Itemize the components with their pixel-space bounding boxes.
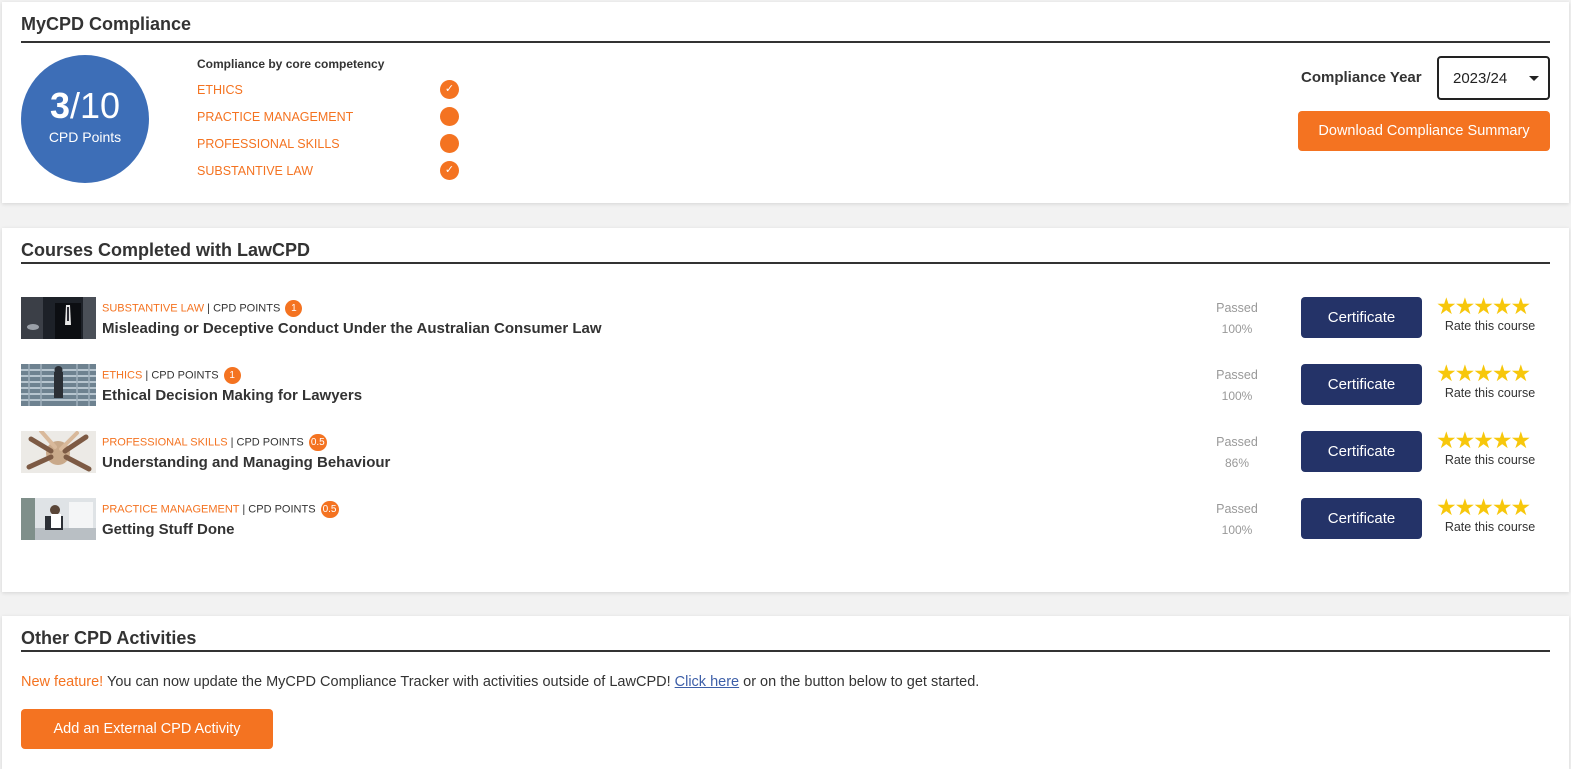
other-activities-card: Other CPD Activities New feature! You ca… [2,616,1569,769]
points-total: /10 [69,85,121,126]
competency-label: ETHICS [197,83,243,97]
points-earned: 3 [49,85,70,126]
cpd-points-badge: 1 [223,367,241,384]
competency-label: PROFESSIONAL SKILLS [197,137,340,151]
download-compliance-summary-button[interactable]: Download Compliance Summary [1298,111,1550,151]
new-feature-message: New feature! You can now update the MyCP… [21,674,979,690]
maze-thumbnail[interactable] [21,364,96,406]
course-score: 86% [1224,456,1250,470]
compliance-card: MyCPD Compliance 3/10 CPD Points Complia… [2,2,1569,203]
course-row: ETHICS | CPD POINTS 1 Ethical Decision M… [21,360,1546,414]
competency-label: SUBSTANTIVE LAW [197,164,313,178]
title-divider [21,650,1550,652]
points-unit: CPD Points [48,129,122,145]
course-title[interactable]: Ethical Decision Making for Lawyers [102,387,362,404]
course-category: SUBSTANTIVE LAW [102,302,205,315]
star-rating[interactable]: ★★★★★ [1436,494,1544,521]
rate-course-label: Rate this course [1444,520,1536,534]
title-divider [21,262,1550,264]
separator: | [230,436,234,449]
separator: | [207,302,210,315]
check-icon: ✓ [440,161,459,180]
star-rating[interactable]: ★★★★★ [1436,427,1544,454]
selected-year: 2023/24 [1453,70,1508,87]
course-title[interactable]: Understanding and Managing Behaviour [102,454,390,471]
certificate-button[interactable]: Certificate [1301,498,1422,539]
courses-title: Courses Completed with LawCPD [21,240,311,260]
new-feature-label: New feature! [21,674,104,690]
course-category: PRACTICE MANAGEMENT [102,503,240,516]
course-row: PROFESSIONAL SKILLS | CPD POINTS 0.5 Und… [21,427,1546,481]
competency-row-ethics: ETHICS ✓ [197,80,465,100]
cpd-points-label: CPD POINTS [213,302,281,315]
add-external-cpd-activity-button[interactable]: Add an External CPD Activity [21,709,273,749]
course-meta: SUBSTANTIVE LAW | CPD POINTS 1 [102,300,303,317]
cpd-points-label: CPD POINTS [248,503,316,516]
rate-course-label: Rate this course [1444,453,1536,467]
course-status: Passed [1216,502,1258,516]
title-divider [21,41,1550,43]
course-score: 100% [1221,523,1253,537]
rate-course-label: Rate this course [1444,319,1536,333]
compliance-year-select[interactable]: 2023/24 [1437,56,1550,100]
course-meta: PRACTICE MANAGEMENT | CPD POINTS 0.5 [102,501,339,518]
course-title[interactable]: Misleading or Deceptive Conduct Under th… [102,320,602,337]
course-status: Passed [1216,435,1258,449]
cpd-points-badge: 0.5 [320,501,339,518]
course-score: 100% [1221,322,1253,336]
course-meta: ETHICS | CPD POINTS 1 [102,367,241,384]
incomplete-dot-icon [440,107,459,126]
course-category: ETHICS [102,369,143,382]
rate-course-label: Rate this course [1444,386,1536,400]
course-status: Passed [1216,368,1258,382]
course-score: 100% [1221,389,1253,403]
incomplete-dot-icon [440,134,459,153]
course-row: PRACTICE MANAGEMENT | CPD POINTS 0.5 Get… [21,494,1546,548]
office-desk-thumbnail[interactable] [21,498,96,540]
cpd-points-badge: 0.5 [308,434,327,451]
separator: | [145,369,149,382]
cpd-points-label: CPD POINTS [236,436,304,449]
caret-down-icon [1529,76,1539,81]
certificate-button[interactable]: Certificate [1301,364,1422,405]
cpd-points-badge: 1 [285,300,303,317]
certificate-button[interactable]: Certificate [1301,431,1422,472]
cpd-points-circle: 3/10 CPD Points [21,55,149,183]
course-meta: PROFESSIONAL SKILLS | CPD POINTS 0.5 [102,434,327,451]
other-activities-title: Other CPD Activities [21,628,197,648]
compliance-title: MyCPD Compliance [21,14,192,34]
business-suit-thumbnail[interactable] [21,297,96,339]
course-status: Passed [1216,301,1258,315]
compliance-year-label: Compliance Year [1301,69,1422,86]
certificate-button[interactable]: Certificate [1301,297,1422,338]
separator: | [242,503,246,516]
competency-label: PRACTICE MANAGEMENT [197,110,354,124]
courses-card: Courses Completed with LawCPD SUBSTANTIV… [2,228,1569,592]
message-text-end: or on the button below to get started. [739,674,980,690]
check-icon: ✓ [440,80,459,99]
star-rating[interactable]: ★★★★★ [1436,293,1544,320]
competency-row-substantive-law: SUBSTANTIVE LAW ✓ [197,161,465,181]
click-here-link[interactable]: Click here [675,674,739,690]
competency-row-professional-skills: PROFESSIONAL SKILLS [197,134,465,154]
competency-heading: Compliance by core competency [197,57,385,71]
star-rating[interactable]: ★★★★★ [1436,360,1544,387]
points-score: 3/10 [21,87,149,125]
competency-row-practice-management: PRACTICE MANAGEMENT [197,107,465,127]
message-text: You can now update the MyCPD Compliance … [103,674,675,690]
cpd-points-label: CPD POINTS [151,369,219,382]
course-row: SUBSTANTIVE LAW | CPD POINTS 1 Misleadin… [21,293,1546,347]
course-category: PROFESSIONAL SKILLS [102,436,228,449]
course-title[interactable]: Getting Stuff Done [102,521,234,538]
team-hands-thumbnail[interactable] [21,431,96,473]
